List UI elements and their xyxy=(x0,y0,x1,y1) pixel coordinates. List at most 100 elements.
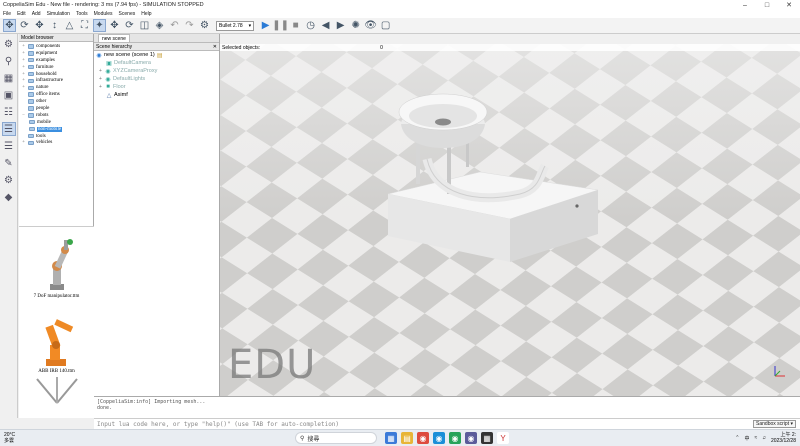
edge-icon[interactable]: ◉ xyxy=(433,432,445,444)
scene-item-default-camera[interactable]: ▣ DefaultCamera xyxy=(94,59,219,67)
wifi-icon[interactable]: ≈ xyxy=(754,435,757,441)
fit-to-view-icon[interactable]: ⛶ xyxy=(78,19,91,32)
layers-icon[interactable]: ☰ xyxy=(2,139,16,153)
play-icon[interactable]: ▶ xyxy=(259,19,272,32)
camera-shift-icon[interactable]: ✥ xyxy=(33,19,46,32)
stop-icon[interactable]: ■ xyxy=(289,19,302,32)
camera-rotate-icon[interactable]: ⟳ xyxy=(18,19,31,32)
expand-icon[interactable]: + xyxy=(98,84,103,90)
close-button[interactable]: ✕ xyxy=(778,0,800,10)
object-shift-icon[interactable]: ✥ xyxy=(108,19,121,32)
tree-item-examples[interactable]: + examples xyxy=(21,57,93,64)
menu-scenes[interactable]: Scenes xyxy=(119,11,136,17)
expand-icon[interactable]: + xyxy=(21,44,26,49)
tree-item-other[interactable]: other xyxy=(21,98,93,105)
collapse-icon[interactable]: − xyxy=(21,113,26,118)
expand-icon[interactable]: + xyxy=(21,72,26,77)
assemble-icon[interactable]: ◫ xyxy=(138,19,151,32)
slower-icon[interactable]: ◀ xyxy=(319,19,332,32)
zoom-icon[interactable]: ⚲ xyxy=(2,54,16,68)
tree-item-equipment[interactable]: + equipment xyxy=(21,50,93,57)
expand-icon[interactable]: + xyxy=(21,58,26,63)
menu-tools[interactable]: Tools xyxy=(76,11,88,17)
object-rotate-icon[interactable]: ⟳ xyxy=(123,19,136,32)
scene-object-properties-icon[interactable]: ▦ xyxy=(2,71,16,85)
tree-item-mobile[interactable]: mobile xyxy=(21,119,93,126)
expand-icon[interactable]: + xyxy=(21,85,26,90)
undo-icon[interactable]: ↶ xyxy=(168,19,181,32)
faster-icon[interactable]: ▶ xyxy=(334,19,347,32)
collections-icon[interactable]: ☷ xyxy=(2,105,16,119)
tree-item-people[interactable]: people xyxy=(21,105,93,112)
chrome-icon[interactable]: ◉ xyxy=(417,432,429,444)
app-icon[interactable]: ◉ xyxy=(449,432,461,444)
user-settings-icon[interactable]: ⚙ xyxy=(2,173,16,187)
menu-simulation[interactable]: Simulation xyxy=(47,11,70,17)
page-selector-icon[interactable]: ▢ xyxy=(379,19,392,32)
expand-icon[interactable]: + xyxy=(21,140,26,145)
scene-item-floor[interactable]: + ■ Floor xyxy=(94,83,219,91)
eye-icon[interactable]: ◉ xyxy=(96,52,102,59)
expand-icon[interactable]: + xyxy=(21,65,26,70)
tree-item-household[interactable]: + household xyxy=(21,71,93,78)
terminal-icon[interactable]: ▦ xyxy=(481,432,493,444)
taskbar-search[interactable]: ⚲ 搜尋 xyxy=(295,432,377,444)
visualization-toggle-icon[interactable]: 👁 xyxy=(364,19,377,32)
physics-engine-select[interactable]: Bullet 2.78 ▾ xyxy=(216,20,255,31)
scene-root[interactable]: ◉ new scene (scene 1) ▤ xyxy=(94,51,219,59)
app-icon[interactable]: ◉ xyxy=(465,432,477,444)
camera-angle-icon[interactable]: △ xyxy=(63,19,76,32)
tree-item-non-mobile[interactable]: non-mobile xyxy=(21,126,93,133)
menu-modules[interactable]: Modules xyxy=(94,11,113,17)
minimize-button[interactable]: – xyxy=(734,0,756,10)
pause-icon[interactable]: ❚❚ xyxy=(272,19,289,32)
maximize-button[interactable]: □ xyxy=(756,0,778,10)
scene-item-asimf[interactable]: △ Asimf xyxy=(94,91,219,99)
transfer-dna-icon[interactable]: ◈ xyxy=(153,19,166,32)
camera-pan-icon[interactable]: ✥ xyxy=(3,19,16,32)
tree-item-nature[interactable]: + nature xyxy=(21,84,93,91)
tree-item-vehicles[interactable]: + vehicles xyxy=(21,139,93,146)
expand-icon[interactable]: + xyxy=(21,51,26,56)
tree-item-robots[interactable]: − robots xyxy=(21,112,93,119)
scene-item-default-lights[interactable]: + ◉ DefaultLights xyxy=(94,75,219,83)
shape-edit-icon[interactable]: ◆ xyxy=(2,190,16,204)
volume-icon[interactable]: ♫ xyxy=(762,435,766,441)
redo-icon[interactable]: ↷ xyxy=(183,19,196,32)
scripts-icon[interactable]: ✎ xyxy=(2,156,16,170)
threaded-rendering-icon[interactable]: ✺ xyxy=(349,19,362,32)
tree-item-infrastructure[interactable]: + infrastructure xyxy=(21,77,93,84)
menu-edit[interactable]: Edit xyxy=(17,11,26,17)
model-thumbnail[interactable]: 7 DoF manipulator.ttm xyxy=(19,227,94,302)
real-time-icon[interactable]: ◷ xyxy=(304,19,317,32)
camera-zoom-icon[interactable]: ↕ xyxy=(48,19,61,32)
close-icon[interactable]: ✕ xyxy=(213,44,219,50)
menu-help[interactable]: Help xyxy=(141,11,151,17)
input-method-icon[interactable]: 中 xyxy=(744,435,749,442)
file-explorer-icon[interactable]: ▤ xyxy=(401,432,413,444)
tree-item-tools[interactable]: tools xyxy=(21,133,93,140)
script-icon[interactable]: ▤ xyxy=(157,52,163,59)
tree-item-components[interactable]: + components xyxy=(21,43,93,50)
tree-item-furniture[interactable]: + furniture xyxy=(21,64,93,71)
start-icon[interactable]: ▦ xyxy=(385,432,397,444)
click-select-icon[interactable]: ✦ xyxy=(93,19,106,32)
tab-new-scene[interactable]: new scene xyxy=(98,34,130,42)
simulation-settings-icon[interactable]: ⚙ xyxy=(2,37,16,51)
model-thumbnail[interactable]: ABB IRB 140.ttm xyxy=(19,302,94,377)
clock[interactable]: 上午 2: 2023/12/28 xyxy=(771,432,796,444)
expand-icon[interactable]: + xyxy=(98,68,103,74)
expand-icon[interactable]: + xyxy=(98,76,103,82)
weather-widget[interactable]: 20°C 多雲 xyxy=(0,432,60,444)
model-thumbnail[interactable] xyxy=(19,377,94,418)
menu-file[interactable]: File xyxy=(3,11,11,17)
tree-item-office-items[interactable]: office items xyxy=(21,91,93,98)
coppeliasim-icon[interactable]: Y xyxy=(497,432,509,444)
lua-command-input[interactable]: Input lua code here, or type "help()" (u… xyxy=(97,421,339,428)
expand-icon[interactable]: + xyxy=(21,78,26,83)
model-browser-toggle-icon[interactable]: ☰ xyxy=(1,122,16,136)
chevron-up-icon[interactable]: ⌃ xyxy=(735,435,739,441)
scene-item-xyz-camera-proxy[interactable]: + ◉ XYZCameraProxy xyxy=(94,67,219,75)
menu-add[interactable]: Add xyxy=(32,11,41,17)
sandbox-script-select[interactable]: Sandbox script ▾ xyxy=(753,420,796,428)
